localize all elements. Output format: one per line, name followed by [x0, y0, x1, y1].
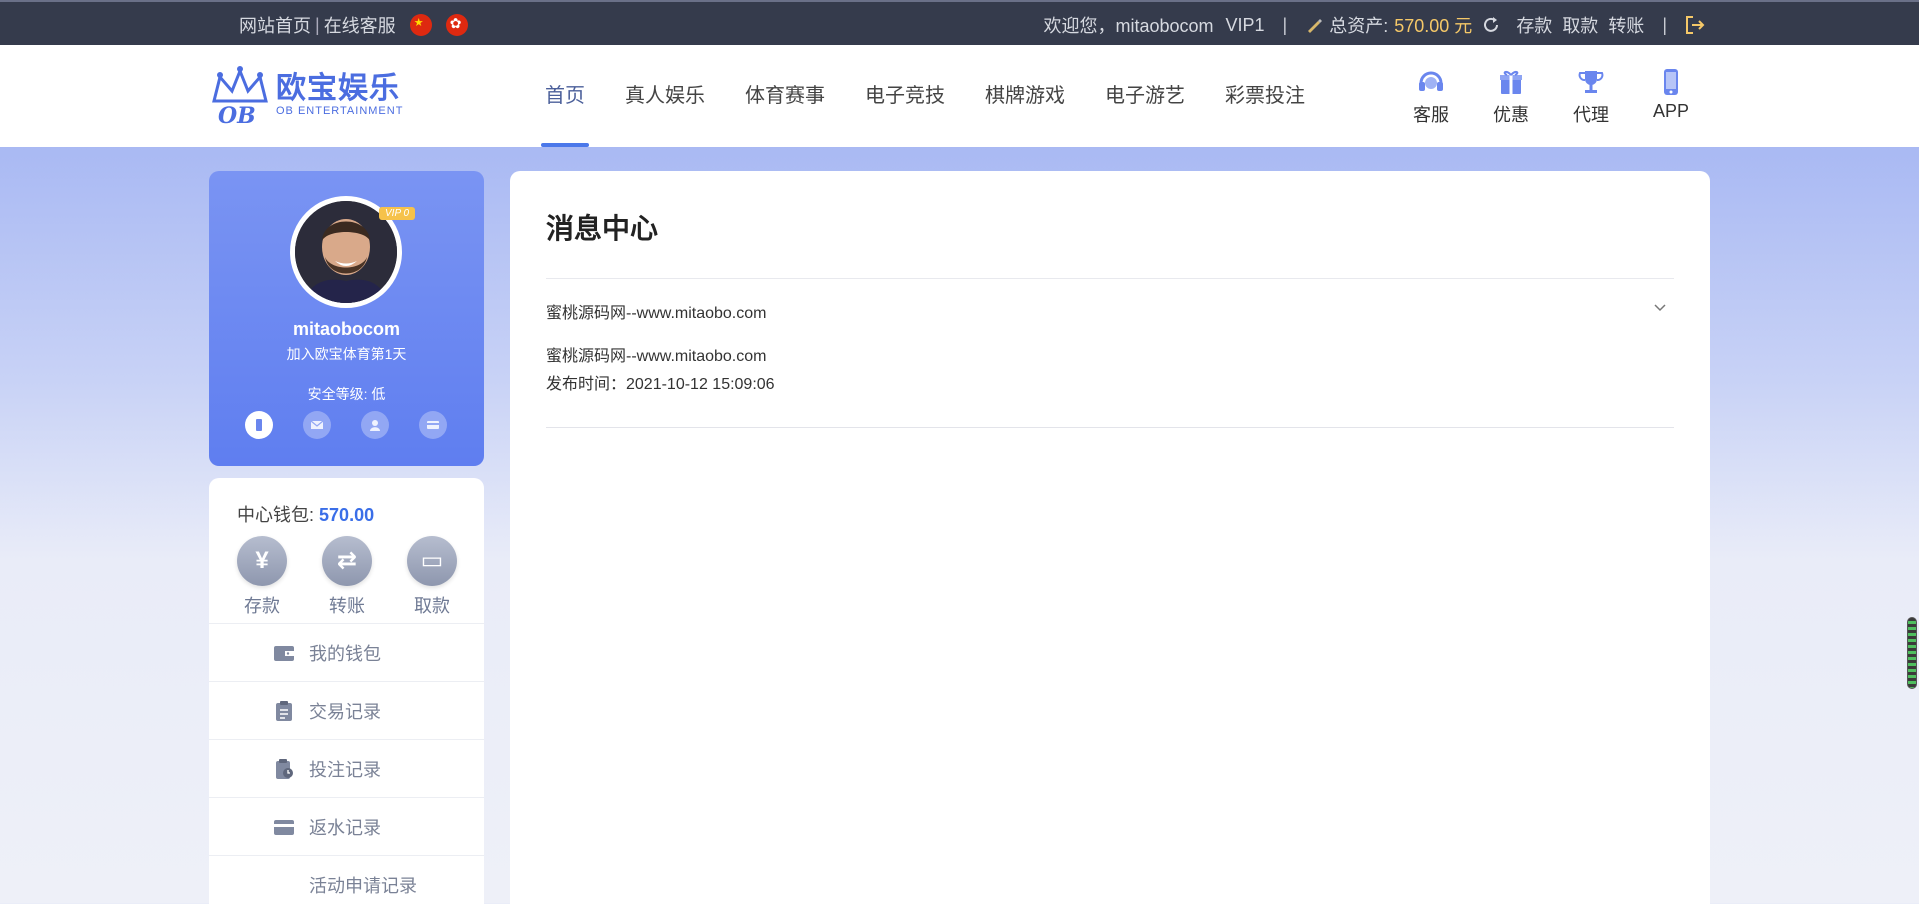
crown-logo-icon: OB — [212, 66, 268, 127]
wallet-actions: ¥ 存款 ⇄ 转账 ▭ 取款 — [237, 536, 492, 618]
profile-username: mitaobocom — [292, 319, 400, 339]
wallet-panel: 中心钱包: 570.00 ¥ 存款 ⇄ 转账 ▭ 取款 我的钱包 交易记录 投注… — [209, 478, 484, 904]
nav-card-games[interactable]: 棋牌游戏 — [965, 45, 1085, 147]
wallet-deposit-label: 存款 — [244, 596, 280, 616]
card-icon — [274, 819, 294, 835]
message-center-panel: 消息中心 蜜桃源码网--www.mitaobo.com 蜜桃源码网--www.m… — [510, 171, 1710, 904]
wallet-label: 中心钱包: — [237, 505, 315, 525]
menu-item-transactions[interactable]: 交易记录 — [209, 681, 484, 739]
identity-verify-icon[interactable] — [361, 411, 389, 439]
wallet-transfer-label: 转账 — [329, 596, 365, 616]
nav-sports[interactable]: 体育赛事 — [725, 45, 845, 147]
logout-icon[interactable] — [1685, 15, 1705, 35]
message-time: 发布时间：2021-10-12 15:09:06 — [546, 376, 775, 393]
quick-promo-label: 优惠 — [1493, 105, 1529, 125]
wallet-withdraw-label: 取款 — [414, 596, 450, 616]
page-title: 消息中心 — [546, 213, 659, 244]
message-body: 蜜桃源码网--www.mitaobo.com 发布时间：2021-10-12 1… — [546, 343, 775, 399]
verification-icons — [245, 411, 477, 439]
main-header: OB 欧宝娱乐 OB ENTERTAINMENT 首页 真人娱乐 体育赛事 电子… — [0, 45, 1919, 147]
quick-agent[interactable]: 代理 — [1551, 67, 1631, 127]
hongkong-flag-icon[interactable] — [445, 14, 468, 36]
vip-level: VIP1 — [1225, 14, 1265, 35]
main-nav: 首页 真人娱乐 体育赛事 电子竞技 棋牌游戏 电子游艺 彩票投注 — [525, 45, 1325, 147]
china-flag-icon[interactable] — [409, 14, 432, 36]
yen-icon: ¥ — [237, 536, 287, 586]
quick-agent-label: 代理 — [1573, 105, 1609, 125]
message-item-header[interactable]: 蜜桃源码网--www.mitaobo.com — [546, 299, 1674, 323]
separator: | — [315, 14, 320, 35]
welcome-text: 欢迎您，mitaobocom — [1043, 16, 1214, 36]
nav-lottery[interactable]: 彩票投注 — [1205, 45, 1325, 147]
wallet-transfer-button[interactable]: ⇄ 转账 — [322, 536, 372, 618]
profile-join-text: 加入欧宝体育第1天 — [286, 346, 407, 362]
quick-promo[interactable]: 优惠 — [1471, 67, 1551, 127]
assets-label: 总资产: — [1329, 16, 1389, 36]
phone-icon — [1664, 69, 1678, 95]
divider: | — [1282, 14, 1288, 35]
wallet-withdraw-button[interactable]: ▭ 取款 — [407, 536, 457, 618]
menu-item-label: 我的钱包 — [309, 643, 381, 664]
quick-service[interactable]: 客服 — [1391, 67, 1471, 127]
menu-item-my-wallet[interactable]: 我的钱包 — [209, 623, 484, 681]
profile-safety-level: 安全等级: 低 — [307, 386, 386, 402]
wallet-icon — [274, 645, 294, 661]
logo-cn: 欧宝娱乐 — [276, 72, 400, 105]
card-icon: ▭ — [407, 536, 457, 586]
bankcard-verify-icon[interactable] — [419, 411, 447, 439]
menu-item-label: 投注记录 — [309, 759, 381, 780]
nav-home[interactable]: 首页 — [525, 45, 605, 147]
menu-item-label: 返水记录 — [309, 817, 381, 838]
gift-icon — [1500, 70, 1522, 94]
deposit-link[interactable]: 存款 — [1516, 12, 1552, 38]
pencil-icon — [1308, 19, 1323, 33]
clipboard-icon — [276, 700, 292, 721]
transfer-icon: ⇄ — [322, 536, 372, 586]
online-service-link[interactable]: 在线客服 — [324, 12, 396, 38]
bet-record-icon — [276, 758, 293, 779]
menu-item-activity[interactable]: 活动申请记录 — [209, 855, 484, 904]
phone-verify-icon[interactable] — [245, 411, 273, 439]
chevron-down-icon[interactable] — [1652, 299, 1668, 315]
message-title: 蜜桃源码网--www.mitaobo.com — [546, 305, 767, 322]
quick-app-label: APP — [1652, 101, 1690, 121]
nav-slots[interactable]: 电子游艺 — [1085, 45, 1205, 147]
scrollbar-thumb[interactable] — [1907, 617, 1917, 689]
trophy-icon — [1578, 71, 1604, 93]
wallet-value: 570.00 — [319, 505, 375, 525]
quick-service-label: 客服 — [1413, 105, 1449, 125]
wallet-deposit-button[interactable]: ¥ 存款 — [237, 536, 287, 618]
vip-badge: VIP 0 — [379, 207, 416, 220]
account-menu: 我的钱包 交易记录 投注记录 返水记录 活动申请记录 — [209, 623, 484, 904]
quick-links: 客服 优惠 代理 APP — [1391, 67, 1711, 127]
headset-icon — [1419, 71, 1443, 91]
divider — [546, 427, 1674, 428]
divider: | — [1662, 14, 1667, 35]
wallet-balance: 中心钱包: 570.00 — [237, 501, 374, 527]
refresh-icon[interactable] — [1482, 16, 1500, 34]
transfer-link[interactable]: 转账 — [1608, 12, 1644, 38]
email-verify-icon[interactable] — [303, 411, 331, 439]
menu-item-rebate[interactable]: 返水记录 — [209, 797, 484, 855]
home-link[interactable]: 网站首页 — [239, 12, 311, 38]
profile-card: VIP 0 mitaobocom 加入欧宝体育第1天 安全等级: 低 — [209, 171, 484, 466]
top-bar-right: 欢迎您，mitaobocom VIP1 | 总资产: 570.00 元 存款 取… — [1043, 12, 1711, 38]
site-logo[interactable]: OB 欧宝娱乐 OB ENTERTAINMENT — [208, 63, 403, 127]
nav-esports[interactable]: 电子竞技 — [845, 45, 965, 147]
logo-badge: OB — [218, 103, 256, 127]
quick-app[interactable]: APP — [1631, 67, 1711, 127]
withdraw-link[interactable]: 取款 — [1562, 12, 1598, 38]
assets-value: 570.00 元 — [1394, 16, 1473, 36]
divider — [546, 278, 1674, 279]
menu-item-label: 交易记录 — [309, 701, 381, 722]
nav-live-casino[interactable]: 真人娱乐 — [605, 45, 725, 147]
message-content: 蜜桃源码网--www.mitaobo.com — [546, 348, 767, 365]
top-bar-left: 网站首页 | 在线客服 — [239, 12, 468, 38]
menu-item-label: 活动申请记录 — [309, 875, 417, 896]
menu-item-bets[interactable]: 投注记录 — [209, 739, 484, 797]
top-bar: 网站首页 | 在线客服 欢迎您，mitaobocom VIP1 | 总资产: 5… — [0, 0, 1919, 45]
logo-en: OB ENTERTAINMENT — [276, 105, 404, 117]
